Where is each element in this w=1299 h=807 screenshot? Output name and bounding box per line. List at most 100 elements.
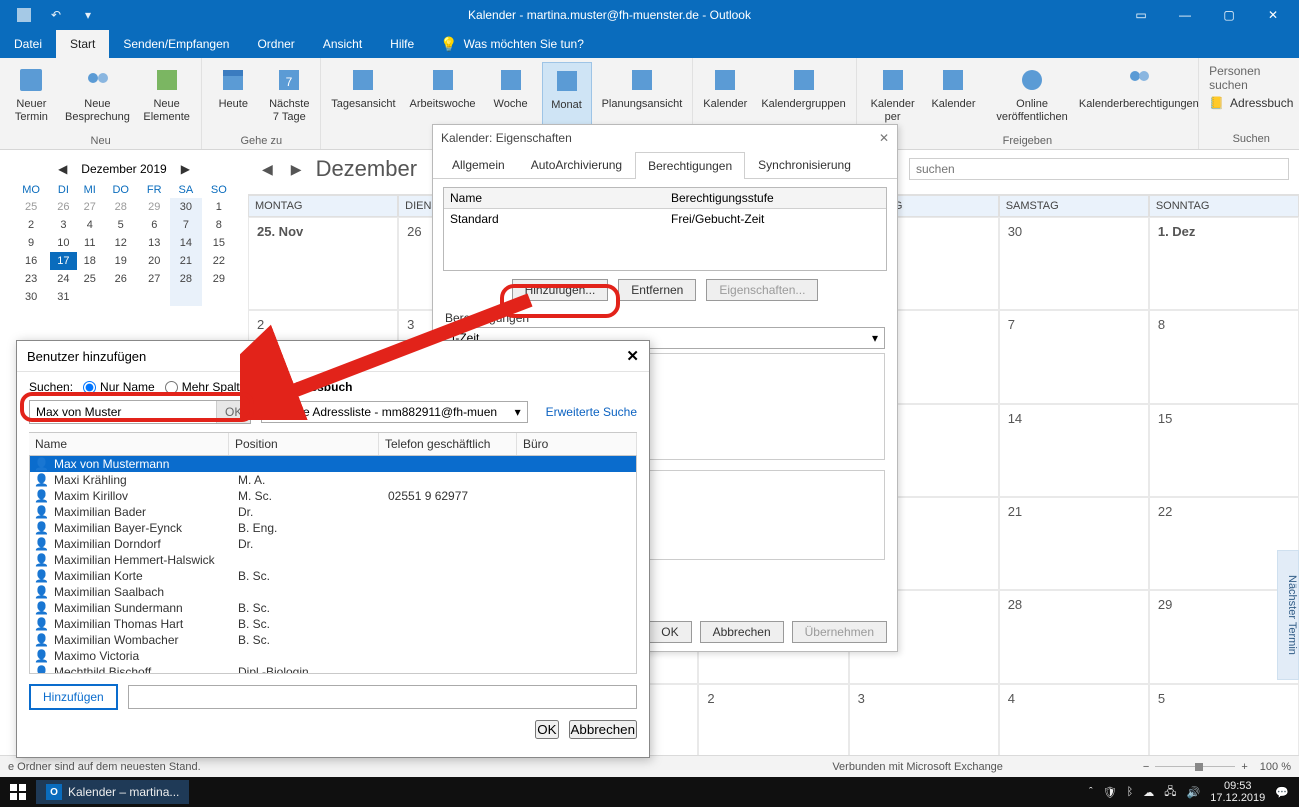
permissions-table[interactable]: Name Berechtigungsstufe Standard Frei/Ge… <box>443 187 887 271</box>
mini-cal-day[interactable]: 21 <box>170 252 202 270</box>
mini-cal-day[interactable]: 13 <box>138 234 170 252</box>
tab-datei[interactable]: Datei <box>0 30 56 58</box>
btn-tagesansicht[interactable]: Tagesansicht <box>327 62 399 135</box>
mini-cal-day[interactable]: 9 <box>12 234 50 252</box>
props-close-icon[interactable]: ✕ <box>879 131 889 145</box>
tray-shield-icon[interactable]: 🛡 <box>1103 786 1117 799</box>
tab-senden-empfangen[interactable]: Senden/Empfangen <box>109 30 243 58</box>
qat-more-icon[interactable]: ▾ <box>76 3 100 27</box>
undo-icon[interactable]: ↶ <box>44 3 68 27</box>
naechster-termin-tab[interactable]: Nächster Termin <box>1277 550 1299 680</box>
btn-kalender-freigeben[interactable]: Kalender <box>928 62 978 135</box>
mini-cal-day[interactable]: 26 <box>50 198 76 216</box>
calendar-cell[interactable]: 8 <box>1149 310 1299 403</box>
mini-cal-day[interactable]: 5 <box>103 216 139 234</box>
mini-cal-day[interactable]: 14 <box>170 234 202 252</box>
list-item[interactable]: 👤 Maximilian SundermannB. Sc. <box>30 600 636 616</box>
mini-cal-day[interactable] <box>77 288 103 306</box>
calendar-cell[interactable]: 15 <box>1149 404 1299 497</box>
tray-clock[interactable]: 09:53 17.12.2019 <box>1210 780 1265 804</box>
zoom-in-icon[interactable]: + <box>1241 761 1247 773</box>
list-item[interactable]: 👤 Maxi KrählingM. A. <box>30 472 636 488</box>
btn-online-veroeffentlichen[interactable]: Online veröffentlichen <box>984 62 1079 135</box>
mini-cal-day[interactable]: 31 <box>50 288 76 306</box>
mini-cal-prev[interactable]: ◀ <box>50 162 75 176</box>
calendar-search-input[interactable] <box>909 158 1289 180</box>
list-item[interactable]: 👤 Maximilian Thomas HartB. Sc. <box>30 616 636 632</box>
cal-next[interactable]: ▶ <box>287 161 306 178</box>
mini-cal-day[interactable] <box>202 288 236 306</box>
mini-cal-day[interactable]: 1 <box>202 198 236 216</box>
mini-cal-day[interactable]: 25 <box>12 198 50 216</box>
calendar-cell[interactable]: 25. Nov <box>248 217 398 310</box>
close-icon[interactable]: ✕ <box>1251 0 1295 30</box>
list-item[interactable]: 👤 Maximilian Saalbach <box>30 584 636 600</box>
mini-cal-day[interactable]: 28 <box>103 198 139 216</box>
adressbuch-select[interactable]: Globale Adressliste - mm882911@fh-muen▾ <box>261 401 527 423</box>
mini-cal-day[interactable]: 12 <box>103 234 139 252</box>
mini-cal-day[interactable] <box>103 288 139 306</box>
tab-ordner[interactable]: Ordner <box>243 30 308 58</box>
mini-cal-day[interactable]: 25 <box>77 270 103 288</box>
mini-cal-next[interactable]: ▶ <box>173 162 198 176</box>
mini-cal-day[interactable]: 16 <box>12 252 50 270</box>
props-entfernen-button[interactable]: Entfernen <box>618 279 696 301</box>
adduser-target-field[interactable] <box>128 685 637 709</box>
btn-kalenderberechtigungen[interactable]: Kalenderberechtigungen <box>1086 62 1192 135</box>
list-item[interactable]: 👤 Mechthild BischoffDipl.-Biologin <box>30 664 636 674</box>
col-buero[interactable]: Büro <box>517 433 637 455</box>
mini-cal-day[interactable]: 30 <box>12 288 50 306</box>
mini-cal-day[interactable]: 8 <box>202 216 236 234</box>
mini-cal-day[interactable]: 24 <box>50 270 76 288</box>
quick-save-icon[interactable] <box>12 3 36 27</box>
tray-bluetooth-icon[interactable]: ᛒ <box>1127 786 1134 798</box>
list-item[interactable]: 👤 Maximilian Bayer-EynckB. Eng. <box>30 520 636 536</box>
list-item[interactable]: 👤 Maximilian BaderDr. <box>30 504 636 520</box>
mini-cal-day[interactable]: 6 <box>138 216 170 234</box>
tray-onedrive-icon[interactable]: ☁ <box>1143 786 1154 799</box>
perm-row-standard[interactable]: Standard Frei/Gebucht-Zeit <box>444 209 886 229</box>
mini-cal-day[interactable]: 27 <box>77 198 103 216</box>
props-tab-autoarchivierung[interactable]: AutoArchivierung <box>518 151 635 178</box>
col-position[interactable]: Position <box>229 433 379 455</box>
mini-cal-day[interactable]: 30 <box>170 198 202 216</box>
adduser-abbrechen-button[interactable]: Abbrechen <box>569 720 637 739</box>
mini-cal-day[interactable]: 23 <box>12 270 50 288</box>
mini-cal-day[interactable]: 19 <box>103 252 139 270</box>
calendar-cell[interactable]: 28 <box>999 590 1149 683</box>
mini-calendar-table[interactable]: MODIMIDOFRSASO 2526272829301234567891011… <box>12 182 236 306</box>
col-name[interactable]: Name <box>29 433 229 455</box>
start-button[interactable] <box>0 777 36 807</box>
adressbuch[interactable]: 📒Adressbuch <box>1209 96 1293 110</box>
mini-cal-day[interactable]: 11 <box>77 234 103 252</box>
mini-cal-day[interactable]: 10 <box>50 234 76 252</box>
props-tab-allgemein[interactable]: Allgemein <box>439 151 518 178</box>
adduser-hinzufuegen-button[interactable]: Hinzufügen <box>29 684 118 710</box>
calendar-cell[interactable]: 14 <box>999 404 1149 497</box>
mini-cal-day[interactable] <box>170 288 202 306</box>
tab-hilfe[interactable]: Hilfe <box>376 30 428 58</box>
taskbar-outlook-button[interactable]: OKalender – martina... <box>36 780 189 804</box>
mini-cal-day[interactable]: 28 <box>170 270 202 288</box>
tell-me[interactable]: 💡 Was möchten Sie tun? <box>428 30 584 58</box>
list-item[interactable]: 👤 Maximilian Hemmert-Halswick <box>30 552 636 568</box>
mini-cal-day[interactable]: 4 <box>77 216 103 234</box>
mini-cal-day[interactable]: 17 <box>50 252 76 270</box>
mini-cal-day[interactable]: 22 <box>202 252 236 270</box>
minimize-icon[interactable]: — <box>1163 0 1207 30</box>
mini-cal-day[interactable]: 26 <box>103 270 139 288</box>
calendar-cell[interactable]: 7 <box>999 310 1149 403</box>
btn-heute[interactable]: Heute <box>208 62 258 135</box>
mini-cal-day[interactable]: 3 <box>50 216 76 234</box>
props-tab-synchronisierung[interactable]: Synchronisierung <box>745 151 864 178</box>
btn-naechste-7-tage[interactable]: 7Nächste 7 Tage <box>264 62 314 135</box>
mini-cal-day[interactable]: 20 <box>138 252 170 270</box>
mini-cal-day[interactable]: 2 <box>12 216 50 234</box>
props-tab-berechtigungen[interactable]: Berechtigungen <box>635 152 745 179</box>
tab-start[interactable]: Start <box>56 30 109 58</box>
personen-suchen[interactable]: Personen suchen <box>1209 64 1293 92</box>
erweiterte-suche-link[interactable]: Erweiterte Suche <box>538 405 637 419</box>
mini-cal-day[interactable]: 15 <box>202 234 236 252</box>
tray-chevron-up-icon[interactable]: ˆ <box>1089 786 1093 798</box>
btn-neue-besprechung[interactable]: Neue Besprechung <box>63 62 132 135</box>
